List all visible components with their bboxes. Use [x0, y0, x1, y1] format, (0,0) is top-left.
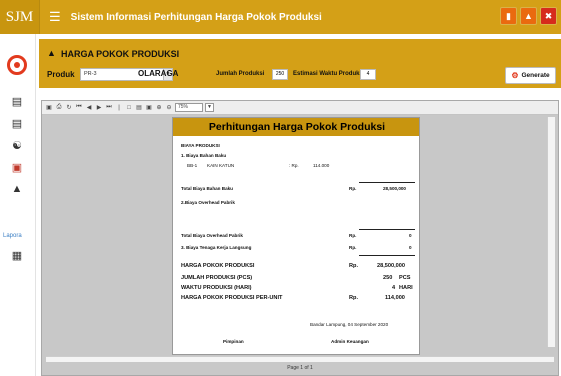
tenaga-kerja-label: 3. Biaya Tenaga Kerja Langsung	[181, 245, 252, 250]
viewer-toolbar: ▣ ⎙ ↻ ⏮ ◀ ▶ ⏭ | □ ▤ ▣ ⊕ ⊖ 75% ▼	[42, 101, 558, 115]
bahan-baku-currency: : Rp.	[289, 163, 299, 168]
user-icon-button[interactable]: ▲	[520, 7, 537, 25]
estimasi-waktu-input[interactable]: 4	[360, 69, 376, 80]
total-bahan-baku-value: 28,500,000	[383, 186, 406, 191]
total-overhead-value: 0	[409, 233, 412, 238]
jumlah-produksi-value: 250	[383, 275, 393, 281]
vertical-scrollbar[interactable]	[547, 117, 555, 347]
biaya-produksi-heading: BIAYA PRODUKSI	[181, 143, 220, 148]
prev-page-icon[interactable]: ◀	[85, 104, 93, 112]
next-page-icon[interactable]: ▶	[95, 104, 103, 112]
app-title: Sistem Informasi Perhitungan Harga Pokok…	[70, 11, 322, 23]
report-icon[interactable]: ▦	[8, 248, 26, 262]
title-bar: SJM ☰ Sistem Informasi Perhitungan Harga…	[0, 0, 561, 34]
sidebar: ▤ ▤ ☯ ▣ ▲ Lapora ▦	[0, 34, 36, 376]
horizontal-scrollbar[interactable]	[46, 356, 554, 362]
jumlah-produksi-label: Jumlah Produksi	[216, 71, 265, 77]
produk-name: OLARAGA	[138, 69, 179, 78]
document-icon[interactable]: ▤	[8, 94, 26, 108]
generate-label: Generate	[521, 72, 550, 79]
report-title: Perhitungan Harga Pokok Produksi	[173, 118, 419, 136]
bahan-baku-name: KAIN KATUN	[207, 163, 235, 168]
report-page: Perhitungan Harga Pokok Produksi BIAYA P…	[172, 117, 420, 355]
date-line: Bandar Lampung, 04 September 2020	[310, 322, 389, 327]
zoom-out-icon[interactable]: ⊖	[165, 104, 173, 112]
app-logo: SJM	[0, 0, 40, 34]
total-line	[359, 255, 415, 256]
hpp-per-unit-label: HARGA POKOK PRODUKSI PER-UNIT	[181, 295, 283, 301]
pimpinan-signature: Pimpinan	[223, 339, 244, 344]
total-line	[359, 182, 415, 183]
hpp-label: HARGA POKOK PRODUKSI	[181, 263, 255, 269]
document-list-icon[interactable]: ▤	[8, 116, 26, 130]
user-icon[interactable]: ▲	[8, 182, 26, 196]
zoom-in-icon[interactable]: ⊕	[155, 104, 163, 112]
fit-width-icon[interactable]: ▤	[135, 104, 143, 112]
biaya-bahan-baku-heading: 1. Biaya Bahan Baku	[181, 153, 227, 158]
page-number-icon[interactable]: |	[115, 104, 123, 112]
brand-icon	[7, 55, 27, 75]
app-window: SJM ☰ Sistem Informasi Perhitungan Harga…	[0, 0, 561, 376]
report-viewer: ▣ ⎙ ↻ ⏮ ◀ ▶ ⏭ | □ ▤ ▣ ⊕ ⊖ 75% ▼ Perhitun…	[41, 100, 559, 376]
save-icon[interactable]: ▣	[45, 104, 53, 112]
estimasi-waktu-label: Estimasi Waktu Produksi	[293, 71, 365, 77]
total-bahan-baku-currency: Rp.	[349, 186, 357, 191]
bahan-baku-value: 114.000	[313, 163, 330, 168]
page-title: HARGA POKOK PRODUKSI	[61, 49, 180, 59]
last-page-icon[interactable]: ⏭	[105, 104, 113, 112]
hpp-currency: Rp.	[349, 263, 359, 269]
document-icon-button[interactable]: ▮	[500, 7, 517, 25]
total-bahan-baku-label: Total Biaya Bahan Baku	[181, 186, 233, 191]
close-button[interactable]: ✖	[540, 7, 557, 25]
hpp-per-unit-value: 114,000	[385, 295, 405, 301]
tenaga-kerja-value: 0	[409, 245, 412, 250]
bahan-baku-code: BB-1	[187, 163, 198, 168]
total-overhead-label: Total Biaya Overhead Pabrik	[181, 233, 243, 238]
zoom-select[interactable]: 75%	[175, 103, 203, 112]
user-icon: ▲	[47, 48, 56, 58]
single-page-icon[interactable]: □	[125, 104, 133, 112]
tenaga-kerja-currency: Rp.	[349, 245, 357, 250]
first-page-icon[interactable]: ⏮	[75, 104, 83, 112]
produk-label: Produk	[47, 70, 75, 79]
chevron-down-icon[interactable]: ▼	[205, 103, 214, 112]
network-icon[interactable]: ☯	[8, 138, 26, 152]
waktu-produksi-value: 4	[392, 285, 396, 291]
window-controls: ▮ ▲ ✖	[500, 7, 557, 25]
fit-page-icon[interactable]: ▣	[145, 104, 153, 112]
gift-icon[interactable]: ▣	[8, 160, 26, 174]
jumlah-produksi-input[interactable]: 250	[272, 69, 288, 80]
jumlah-produksi-label: JUMLAH PRODUKSI (PCS)	[181, 275, 253, 281]
jumlah-produksi-unit: PCS	[399, 275, 411, 281]
generate-button[interactable]: ⚙ Generate	[505, 67, 556, 84]
overhead-heading: 2.Biaya Overhead Pabrik	[181, 200, 235, 205]
hamburger-menu-icon[interactable]: ☰	[49, 9, 61, 25]
produk-select-value: PR-3	[84, 71, 97, 77]
waktu-produksi-unit: HARI	[399, 285, 413, 291]
admin-signature: Admin Keuangan	[331, 339, 369, 344]
generate-icon: ⚙	[511, 71, 519, 80]
header-panel: ▲ HARGA POKOK PRODUKSI Produk PR-3 ▼ OLA…	[39, 39, 561, 88]
print-icon[interactable]: ⎙	[55, 104, 63, 112]
hpp-per-unit-currency: Rp.	[349, 295, 359, 301]
page-indicator: Page 1 of 1	[287, 365, 313, 371]
total-overhead-currency: Rp.	[349, 233, 357, 238]
total-line	[359, 229, 415, 230]
refresh-icon[interactable]: ↻	[65, 104, 73, 112]
waktu-produksi-label: WAKTU PRODUKSI (HARI)	[181, 285, 252, 291]
hpp-value: 28,500,000	[377, 263, 405, 269]
sidebar-label-laporan[interactable]: Lapora	[3, 233, 22, 239]
